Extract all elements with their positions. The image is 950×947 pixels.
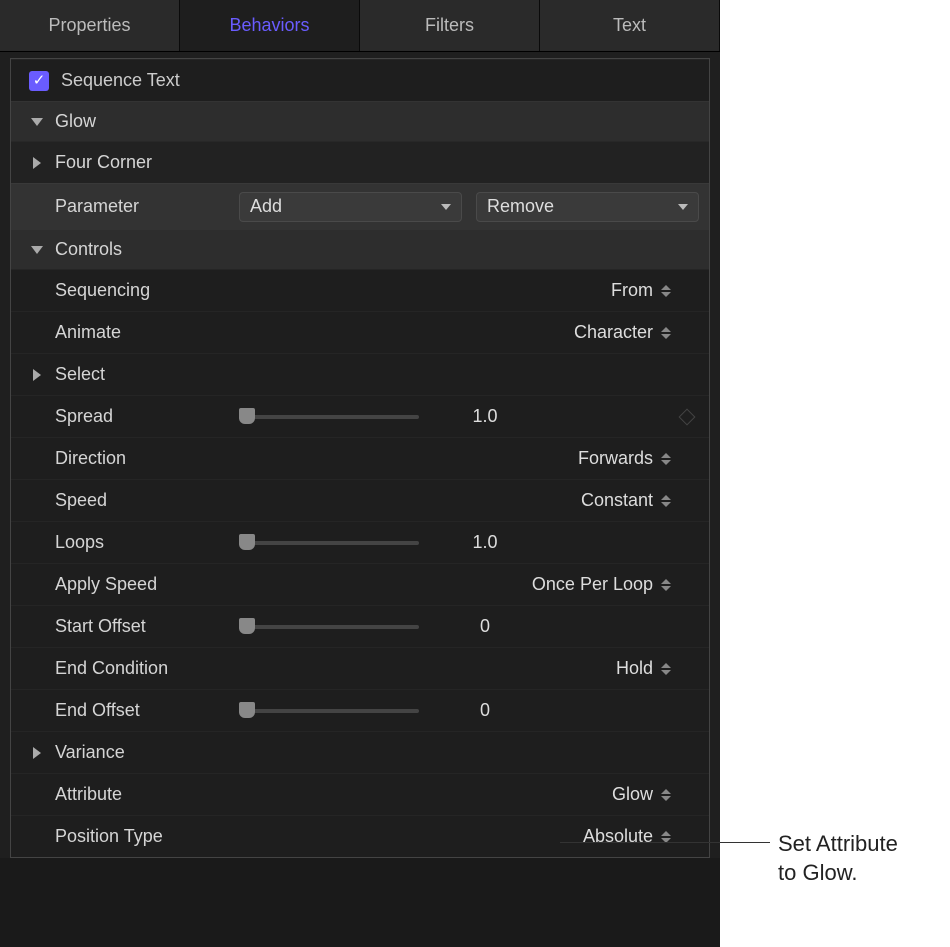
stepper-icon	[661, 579, 671, 591]
loops-label: Loops	[29, 532, 239, 553]
slider-thumb[interactable]	[239, 534, 255, 550]
attribute-value: Glow	[612, 784, 653, 805]
parameter-add-dropdown[interactable]: Add	[239, 192, 462, 222]
apply-speed-value: Once Per Loop	[532, 574, 653, 595]
stepper-icon	[661, 789, 671, 801]
sequencing-value: From	[611, 280, 653, 301]
spread-slider[interactable]	[239, 415, 419, 419]
inspector-panel: Properties Behaviors Filters Text ✓ Sequ…	[0, 0, 720, 858]
tab-bar: Properties Behaviors Filters Text	[0, 0, 720, 52]
tab-text[interactable]: Text	[540, 0, 720, 51]
section-select[interactable]: Select	[11, 353, 709, 395]
attribute-row: Attribute Glow	[11, 773, 709, 815]
dropdown-value: Remove	[487, 196, 554, 217]
keyframe-diamond-icon[interactable]	[679, 408, 696, 425]
callout-text: Set Attribute to Glow.	[770, 830, 898, 887]
section-variance[interactable]: Variance	[11, 731, 709, 773]
chevron-down-icon	[678, 204, 688, 210]
position-type-label: Position Type	[29, 826, 239, 847]
end-condition-value: Hold	[616, 658, 653, 679]
end-offset-slider[interactable]	[239, 709, 419, 713]
tab-properties[interactable]: Properties	[0, 0, 180, 51]
end-offset-row: End Offset 0	[11, 689, 709, 731]
direction-value: Forwards	[578, 448, 653, 469]
attribute-label: Attribute	[29, 784, 239, 805]
section-label: Variance	[55, 742, 265, 763]
disclosure-right-icon[interactable]	[29, 367, 45, 383]
chevron-down-icon	[441, 204, 451, 210]
sequencing-popup[interactable]: From	[239, 280, 699, 301]
stepper-icon	[661, 453, 671, 465]
section-label: Select	[55, 364, 265, 385]
slider-thumb[interactable]	[239, 408, 255, 424]
inspector-body: ✓ Sequence Text Glow Four Corner Paramet…	[10, 58, 710, 858]
slider-thumb[interactable]	[239, 702, 255, 718]
end-condition-row: End Condition Hold	[11, 647, 709, 689]
sequence-text-label: Sequence Text	[61, 70, 180, 91]
speed-row: Speed Constant	[11, 479, 709, 521]
stepper-icon	[661, 663, 671, 675]
animate-row: Animate Character	[11, 311, 709, 353]
speed-label: Speed	[29, 490, 239, 511]
spread-value[interactable]: 1.0	[472, 406, 497, 427]
animate-label: Animate	[29, 322, 239, 343]
sequencing-label: Sequencing	[29, 280, 239, 301]
animate-popup[interactable]: Character	[239, 322, 699, 343]
callout-annotation: Set Attribute to Glow.	[560, 830, 898, 887]
section-glow[interactable]: Glow	[11, 101, 709, 141]
loops-slider[interactable]	[239, 541, 419, 545]
callout-text-line-2: to Glow.	[778, 859, 898, 888]
start-offset-label: Start Offset	[29, 616, 239, 637]
apply-speed-row: Apply Speed Once Per Loop	[11, 563, 709, 605]
dropdown-value: Add	[250, 196, 282, 217]
stepper-icon	[661, 495, 671, 507]
tab-behaviors[interactable]: Behaviors	[180, 0, 360, 51]
stepper-icon	[661, 285, 671, 297]
section-controls[interactable]: Controls	[11, 229, 709, 269]
animate-value: Character	[574, 322, 653, 343]
spread-row: Spread 1.0	[11, 395, 709, 437]
speed-value: Constant	[581, 490, 653, 511]
end-condition-label: End Condition	[29, 658, 239, 679]
apply-speed-popup[interactable]: Once Per Loop	[239, 574, 699, 595]
spread-label: Spread	[29, 406, 239, 427]
disclosure-right-icon[interactable]	[29, 745, 45, 761]
end-condition-popup[interactable]: Hold	[239, 658, 699, 679]
sequence-text-checkbox[interactable]: ✓	[29, 71, 49, 91]
section-label: Controls	[55, 239, 699, 260]
apply-speed-label: Apply Speed	[29, 574, 239, 595]
sequence-text-header: ✓ Sequence Text	[11, 59, 709, 101]
callout-line	[560, 842, 770, 843]
section-label: Four Corner	[55, 152, 265, 173]
loops-value[interactable]: 1.0	[472, 532, 497, 553]
direction-popup[interactable]: Forwards	[239, 448, 699, 469]
start-offset-row: Start Offset 0	[11, 605, 709, 647]
speed-popup[interactable]: Constant	[239, 490, 699, 511]
end-offset-value[interactable]: 0	[480, 700, 490, 721]
start-offset-value[interactable]: 0	[480, 616, 490, 637]
sequencing-row: Sequencing From	[11, 269, 709, 311]
disclosure-right-icon[interactable]	[29, 155, 45, 171]
callout-text-line-1: Set Attribute	[778, 830, 898, 859]
attribute-popup[interactable]: Glow	[239, 784, 699, 805]
loops-row: Loops 1.0	[11, 521, 709, 563]
parameter-row: Parameter Add Remove	[11, 183, 709, 229]
direction-row: Direction Forwards	[11, 437, 709, 479]
disclosure-down-icon[interactable]	[29, 242, 45, 258]
direction-label: Direction	[29, 448, 239, 469]
parameter-remove-dropdown[interactable]: Remove	[476, 192, 699, 222]
stepper-icon	[661, 327, 671, 339]
slider-thumb[interactable]	[239, 618, 255, 634]
disclosure-down-icon[interactable]	[29, 114, 45, 130]
checkmark-icon: ✓	[33, 73, 46, 88]
parameter-label: Parameter	[29, 196, 239, 217]
end-offset-label: End Offset	[29, 700, 239, 721]
section-four-corner[interactable]: Four Corner	[11, 141, 709, 183]
tab-filters[interactable]: Filters	[360, 0, 540, 51]
section-label: Glow	[55, 111, 699, 132]
start-offset-slider[interactable]	[239, 625, 419, 629]
